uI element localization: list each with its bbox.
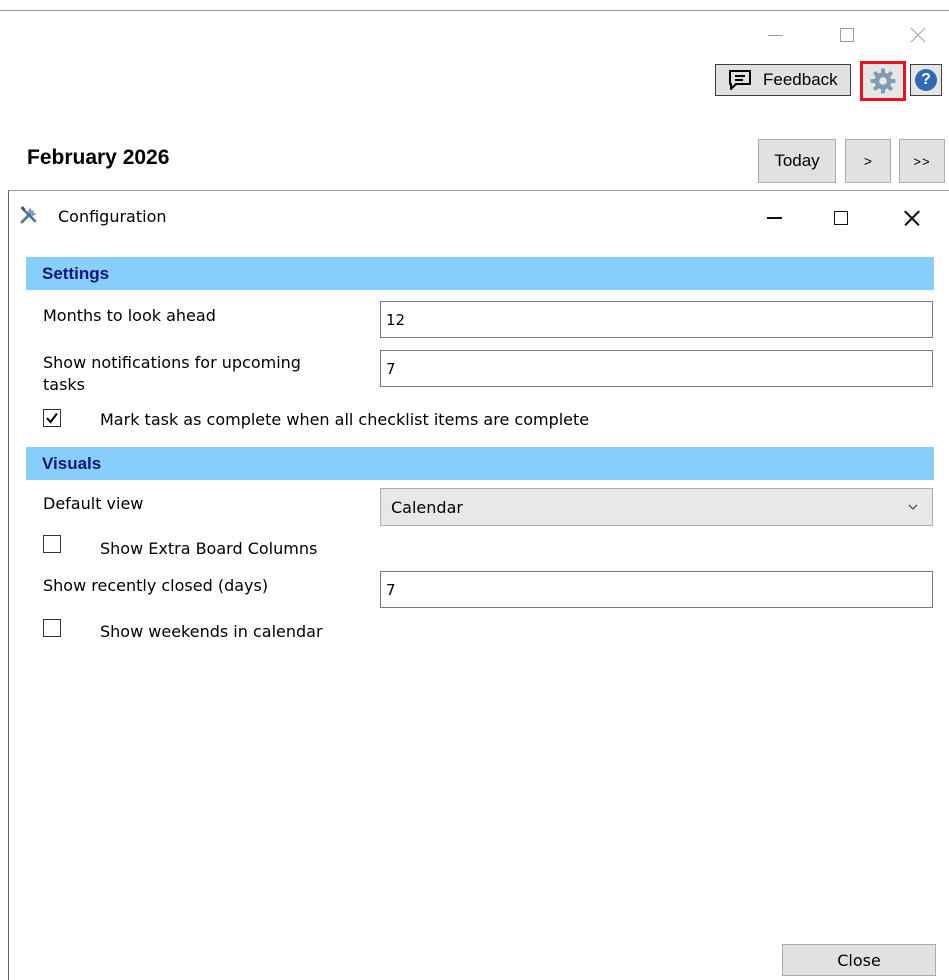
notifications-label-line1: Show notifications for upcoming (43, 353, 301, 372)
default-view-value: Calendar (391, 497, 463, 517)
next-year-button[interactable]: >> (899, 139, 945, 183)
close-button[interactable]: Close (782, 944, 936, 976)
weekends-checkbox[interactable] (43, 619, 61, 637)
mark-complete-checkbox[interactable] (43, 409, 61, 427)
dialog-title: Configuration (58, 207, 167, 226)
gear-icon (870, 68, 896, 94)
months-ahead-label: Months to look ahead (43, 306, 216, 325)
close-icon (904, 210, 920, 226)
default-view-label: Default view (43, 494, 144, 513)
chevron-down-icon (908, 504, 918, 510)
notifications-label: Show notifications for upcoming tasks (43, 352, 301, 396)
default-view-select[interactable]: Calendar (380, 488, 933, 526)
close-icon (910, 27, 926, 43)
recently-closed-label: Show recently closed (days) (43, 576, 269, 595)
feedback-icon (729, 70, 751, 90)
dialog-minimize-button[interactable] (759, 203, 789, 233)
help-icon: ? (915, 69, 937, 91)
window-top-border (0, 10, 949, 11)
window-minimize-button[interactable] (760, 20, 790, 50)
notifications-label-line2: tasks (43, 375, 86, 394)
extra-columns-label: Show Extra Board Columns (100, 539, 318, 558)
recently-closed-input[interactable] (380, 571, 933, 608)
notifications-input[interactable] (380, 350, 933, 387)
minimize-icon (767, 34, 783, 36)
maximize-icon (834, 211, 848, 225)
extra-columns-checkbox[interactable] (43, 535, 61, 553)
next-month-button[interactable]: > (845, 139, 891, 183)
settings-button[interactable] (860, 61, 906, 101)
window-maximize-button[interactable] (832, 20, 862, 50)
feedback-button[interactable]: Feedback (715, 64, 851, 96)
configuration-dialog: Configuration Settings Months to look ah… (8, 190, 949, 980)
maximize-icon (840, 28, 854, 42)
minimize-icon (766, 217, 782, 219)
mark-complete-label: Mark task as complete when all checklist… (100, 410, 590, 429)
window-close-button[interactable] (903, 20, 933, 50)
dialog-close-button[interactable] (897, 203, 927, 233)
month-title: February 2026 (27, 146, 170, 169)
tools-icon (20, 206, 37, 224)
weekends-label: Show weekends in calendar (100, 622, 323, 641)
checkmark-icon (46, 412, 58, 424)
help-button[interactable]: ? (910, 64, 942, 96)
today-button[interactable]: Today (758, 139, 836, 183)
settings-section-header: Settings (26, 257, 934, 290)
visuals-section-header: Visuals (26, 447, 934, 480)
dialog-maximize-button[interactable] (826, 203, 856, 233)
feedback-label: Feedback (763, 70, 838, 89)
months-ahead-input[interactable] (380, 301, 933, 338)
